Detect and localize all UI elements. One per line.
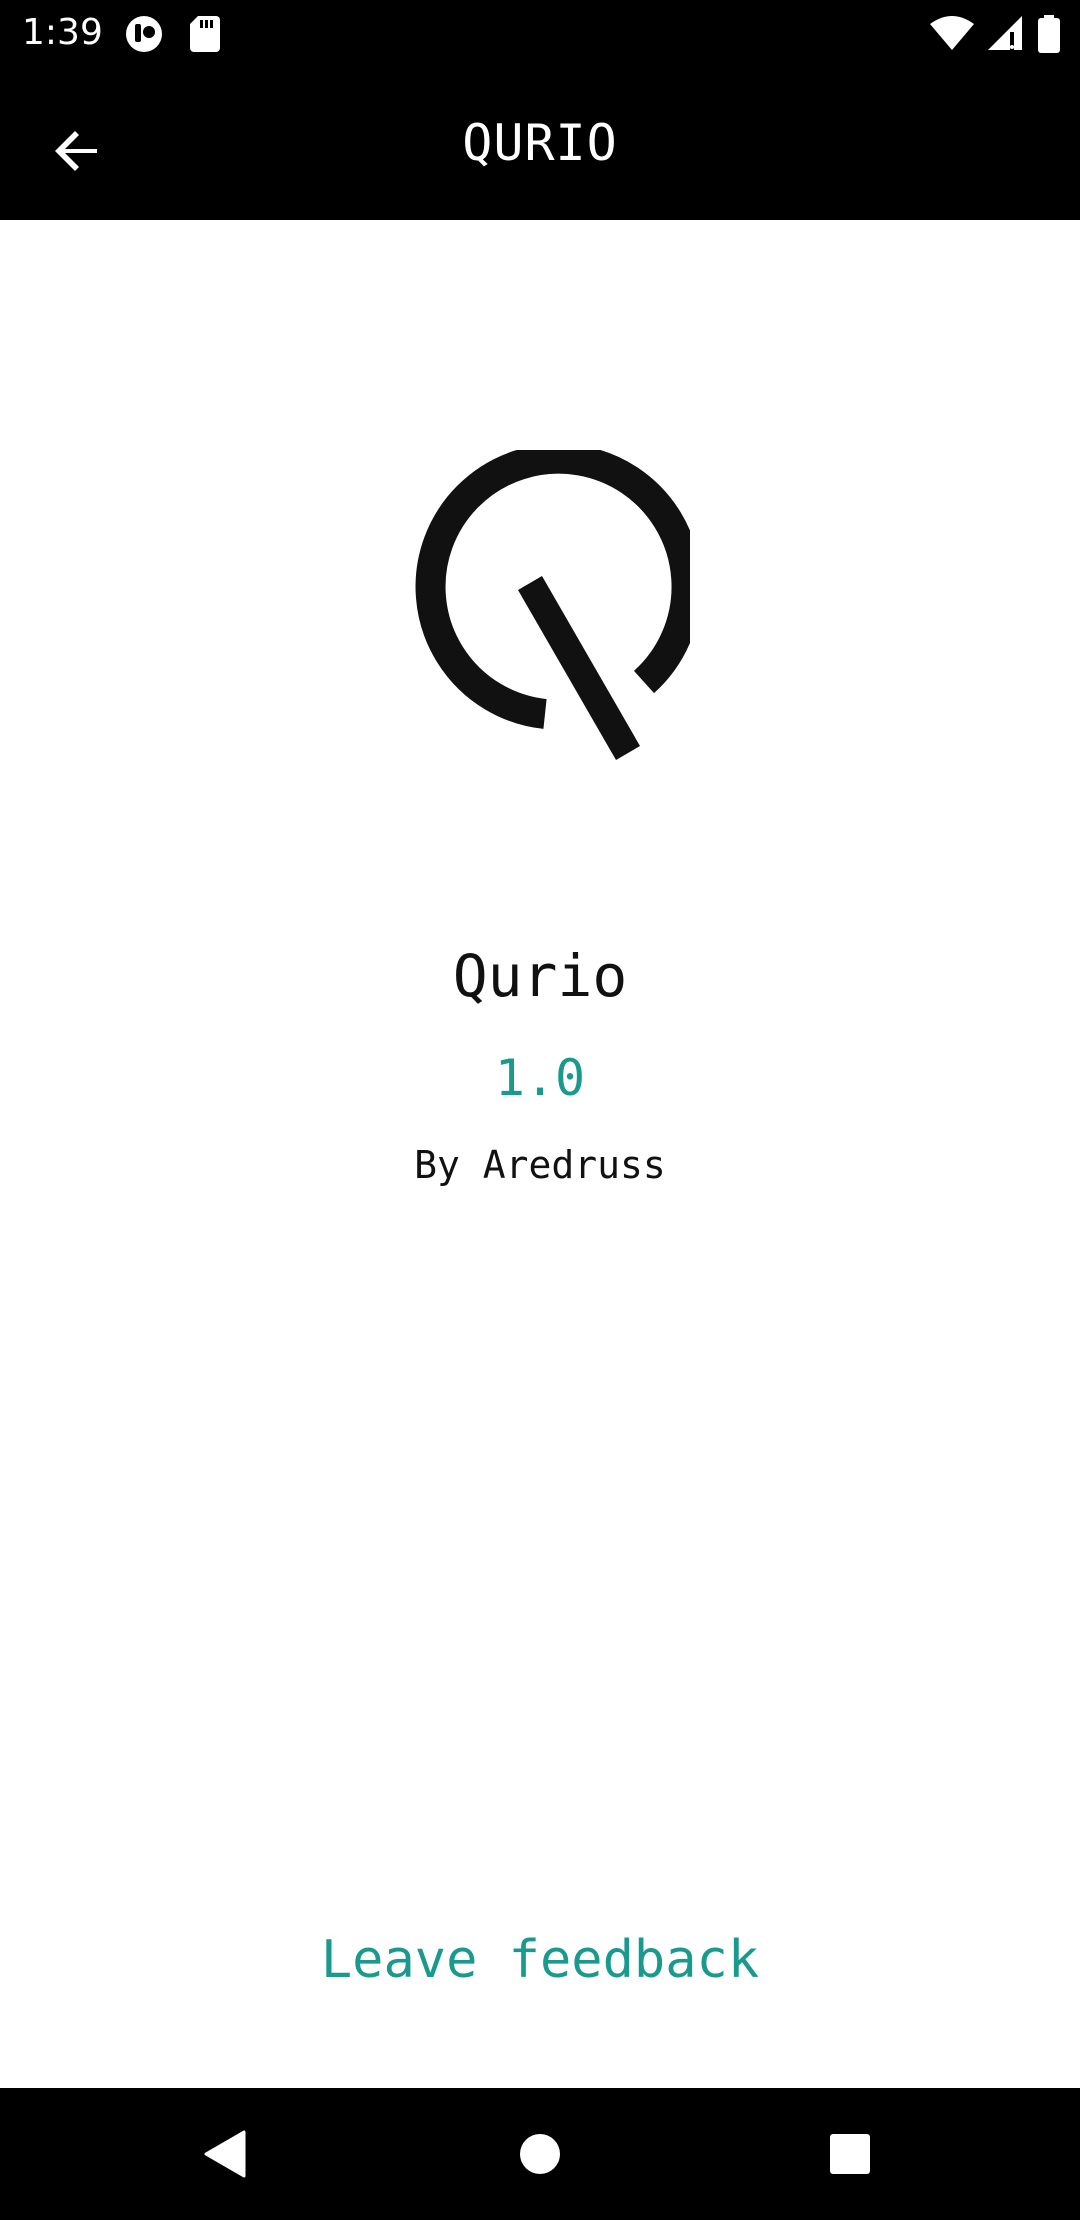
nav-home-button[interactable]: [500, 2116, 580, 2196]
nav-back-icon: [204, 2130, 248, 2182]
wifi-icon: [930, 16, 974, 52]
media-app-icon: [124, 14, 164, 54]
sd-card-icon: [190, 16, 220, 52]
qurio-logo-icon: [390, 443, 702, 760]
system-nav-bar: [0, 2088, 1080, 2220]
app-bar: QURIO: [0, 66, 1080, 220]
nav-recents-icon: [829, 2133, 871, 2179]
status-time: 1:39: [22, 12, 103, 53]
app-name: Qurio: [452, 942, 628, 1010]
nav-back-button[interactable]: [186, 2116, 266, 2196]
about-screen: 1:39 QURIO Qurio 1.0 By Aredruss Leave f…: [0, 0, 1080, 2220]
nav-recents-button[interactable]: [810, 2116, 890, 2196]
app-author: By Aredruss: [414, 1143, 666, 1187]
status-right-icons: [930, 14, 1060, 54]
app-version: 1.0: [494, 1049, 586, 1107]
status-left-icons: [124, 14, 220, 54]
battery-icon: [1038, 15, 1060, 53]
app-bar-title: QURIO: [462, 114, 618, 172]
cell-signal-icon: [988, 16, 1024, 52]
nav-home-icon: [519, 2133, 561, 2179]
leave-feedback-button[interactable]: Leave feedback: [300, 1920, 780, 2000]
status-bar: 1:39: [0, 0, 1080, 66]
